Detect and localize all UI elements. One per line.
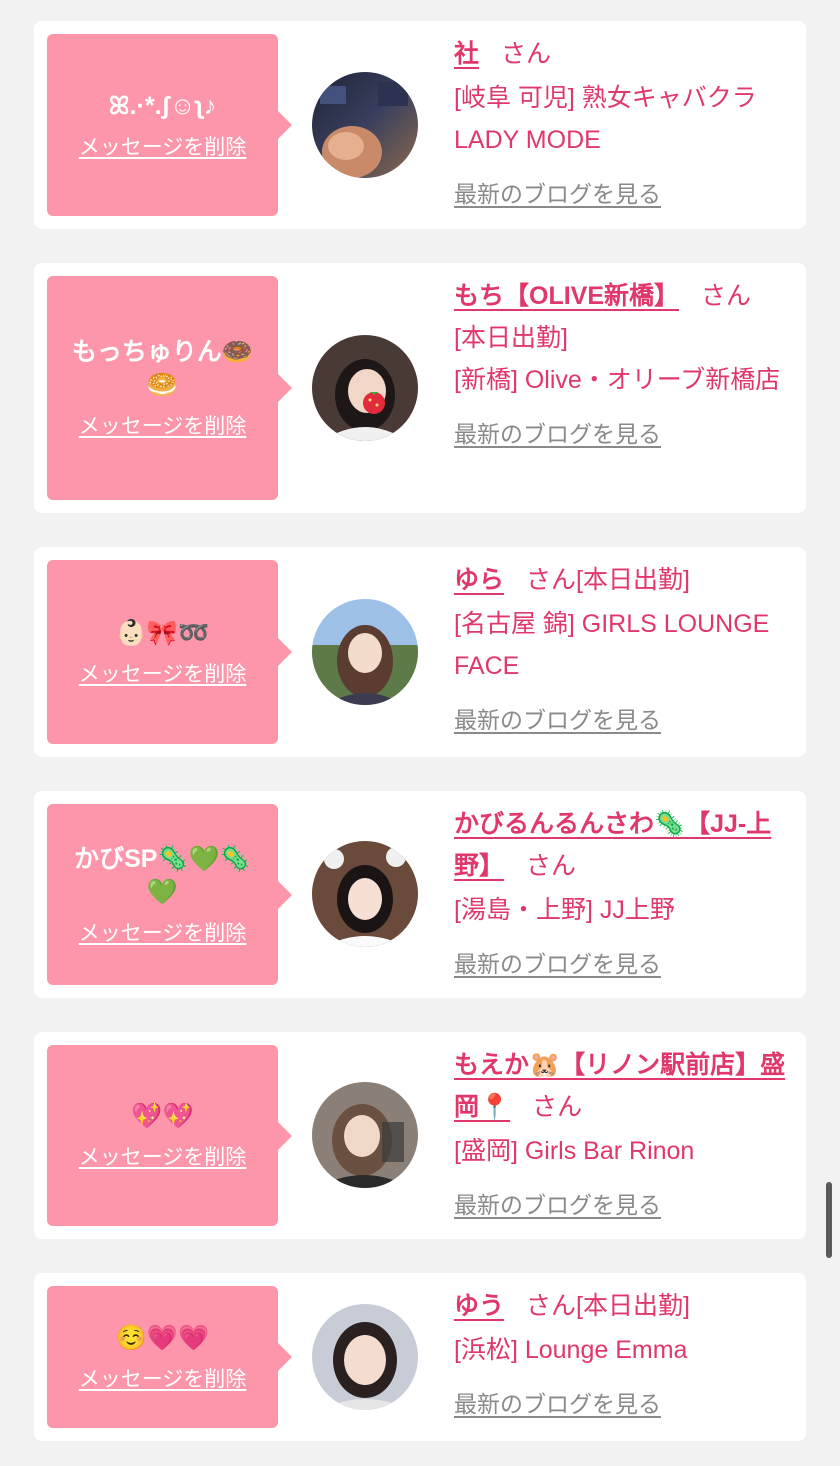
avatar[interactable] xyxy=(312,841,418,947)
message-bubble: かびSP🦠💚🦠💚 メッセージを削除 xyxy=(47,804,292,985)
message-bubble: ꕤ.·*.ʃ☺ʅ♪ メッセージを削除 xyxy=(47,34,292,216)
list-item: ☺️💗💗 メッセージを削除 ゆう さん[本日出勤] [浜松] Lounge Emm… xyxy=(34,1273,806,1441)
avatar[interactable] xyxy=(312,335,418,441)
list-item: ꕤ.·*.ʃ☺ʅ♪ メッセージを削除 社さん [岐阜 可児] 熟女キャバクラLA… xyxy=(34,21,806,229)
message-list: ꕤ.·*.ʃ☺ʅ♪ メッセージを削除 社さん [岐阜 可児] 熟女キャバクラLA… xyxy=(34,21,806,1441)
shop-text: [新橋] Olive・オリーブ新橋店 xyxy=(454,366,781,394)
status-text: [本日出勤] xyxy=(576,566,690,594)
profile-info: 社さん [岐阜 可児] 熟女キャバクラLADY MODE 最新のブログを見る xyxy=(454,33,794,215)
honorific-text: さん xyxy=(526,852,577,880)
honorific-text: さん xyxy=(501,40,552,68)
latest-blog-link[interactable]: 最新のブログを見る xyxy=(454,173,661,215)
list-item: かびSP🦠💚🦠💚 メッセージを削除 かびるんるんさわ🦠【JJ-上野】 さん [湯島… xyxy=(34,791,806,998)
profile-name-link[interactable]: もち【OLIVE新橋】 xyxy=(454,282,679,310)
delete-message-link[interactable]: メッセージを削除 xyxy=(79,1363,247,1393)
message-bubble: もっちゅりん🍩🥯 メッセージを削除 xyxy=(47,276,292,500)
delete-message-link[interactable]: メッセージを削除 xyxy=(79,131,247,161)
avatar[interactable] xyxy=(312,1304,418,1410)
avatar[interactable] xyxy=(312,599,418,705)
message-text: ☺️💗💗 xyxy=(115,1323,210,1352)
delete-message-link[interactable]: メッセージを削除 xyxy=(79,1141,247,1171)
profile-name-link[interactable]: ゆら xyxy=(454,566,504,594)
latest-blog-link[interactable]: 最新のブログを見る xyxy=(454,1184,661,1226)
profile-info: ゆら さん[本日出勤] [名古屋 錦] GIRLS LOUNGE FACE 最新の… xyxy=(454,559,794,741)
profile-name-link[interactable]: ゆう xyxy=(454,1292,504,1320)
honorific-text: さん xyxy=(526,1292,577,1320)
profile-name-link[interactable]: 社 xyxy=(454,40,479,68)
status-text: [本日出勤] xyxy=(576,1292,690,1320)
latest-blog-link[interactable]: 最新のブログを見る xyxy=(454,1383,661,1425)
list-item: 👶🏻🎀➿ メッセージを削除 ゆら さん[本日出勤] [名古屋 錦] GIRLS L… xyxy=(34,547,806,757)
honorific-text: さん xyxy=(532,1093,583,1121)
avatar[interactable] xyxy=(312,1082,418,1188)
latest-blog-link[interactable]: 最新のブログを見る xyxy=(454,699,661,741)
list-item: 💖💖 メッセージを削除 もえか🐹【リノン駅前店】盛岡📍 さん [盛岡] Girls… xyxy=(34,1032,806,1239)
profile-info: もえか🐹【リノン駅前店】盛岡📍 さん [盛岡] Girls Bar Rinon 最… xyxy=(454,1044,794,1226)
delete-message-link[interactable]: メッセージを削除 xyxy=(79,917,247,947)
shop-text: [盛岡] Girls Bar Rinon xyxy=(454,1137,695,1165)
shop-text: [名古屋 錦] GIRLS LOUNGE FACE xyxy=(454,610,770,680)
message-text: 💖💖 xyxy=(131,1102,194,1130)
latest-blog-link[interactable]: 最新のブログを見る xyxy=(454,943,661,985)
message-text: ꕤ.·*.ʃ☺ʅ♪ xyxy=(108,91,217,120)
status-text: [本日出勤] xyxy=(454,324,568,352)
avatar[interactable] xyxy=(312,72,418,178)
scrollbar-thumb[interactable] xyxy=(826,1182,832,1258)
message-text: かびSP🦠💚🦠💚 xyxy=(74,844,251,906)
message-text: 👶🏻🎀➿ xyxy=(115,618,210,647)
profile-name-link[interactable]: もえか🐹【リノン駅前店】盛岡📍 xyxy=(454,1051,785,1121)
profile-info: ゆう さん[本日出勤] [浜松] Lounge Emma 最新のブログを見る xyxy=(454,1285,794,1425)
message-bubble: 💖💖 メッセージを削除 xyxy=(47,1045,292,1226)
honorific-text: さん xyxy=(526,566,577,594)
delete-message-link[interactable]: メッセージを削除 xyxy=(79,410,247,440)
list-item: もっちゅりん🍩🥯 メッセージを削除 もち【OLIVE新橋】 さん [本日出勤] [… xyxy=(34,263,806,513)
profile-name-link[interactable]: かびるんるんさわ🦠【JJ-上野】 xyxy=(454,810,771,880)
message-bubble: 👶🏻🎀➿ メッセージを削除 xyxy=(47,560,292,744)
message-bubble: ☺️💗💗 メッセージを削除 xyxy=(47,1286,292,1428)
honorific-text: さん xyxy=(701,282,752,310)
shop-text: [浜松] Lounge Emma xyxy=(454,1336,688,1364)
latest-blog-link[interactable]: 最新のブログを見る xyxy=(454,413,661,455)
message-text: もっちゅりん🍩🥯 xyxy=(71,338,254,399)
profile-info: かびるんるんさわ🦠【JJ-上野】 さん [湯島・上野] JJ上野 最新のブログを見… xyxy=(454,803,794,985)
shop-text: [岐阜 可児] 熟女キャバクラLADY MODE xyxy=(454,84,757,154)
profile-info: もち【OLIVE新橋】 さん [本日出勤] [新橋] Olive・オリーブ新橋店 … xyxy=(454,275,794,455)
shop-text: [湯島・上野] JJ上野 xyxy=(454,896,675,924)
delete-message-link[interactable]: メッセージを削除 xyxy=(79,658,247,688)
